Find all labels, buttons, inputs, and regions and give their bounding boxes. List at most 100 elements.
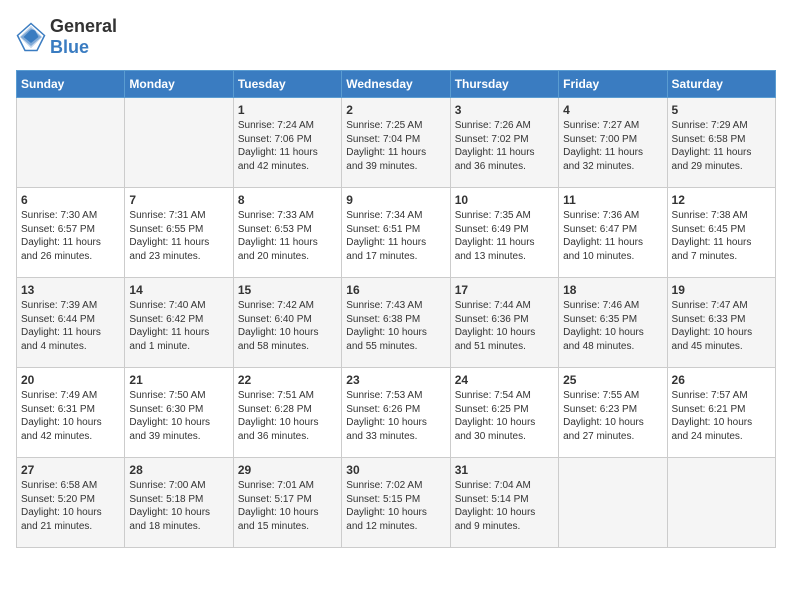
calendar-cell: [17, 98, 125, 188]
weekday-header-saturday: Saturday: [667, 71, 775, 98]
day-content: Sunrise: 7:55 AM Sunset: 6:23 PM Dayligh…: [563, 389, 662, 443]
day-content: Sunrise: 7:36 AM Sunset: 6:47 PM Dayligh…: [563, 209, 662, 263]
day-number: 26: [672, 373, 771, 387]
day-number: 20: [21, 373, 120, 387]
calendar-row-3: 13 Sunrise: 7:39 AM Sunset: 6:44 PM Dayli…: [17, 278, 776, 368]
day-number: 28: [129, 463, 228, 477]
calendar-table: SundayMondayTuesdayWednesdayThursdayFrid…: [16, 70, 776, 548]
day-number: 21: [129, 373, 228, 387]
calendar-cell: 11 Sunrise: 7:36 AM Sunset: 6:47 PM Dayli…: [559, 188, 667, 278]
calendar-cell: [125, 98, 233, 188]
calendar-cell: 10 Sunrise: 7:35 AM Sunset: 6:49 PM Dayli…: [450, 188, 558, 278]
day-content: Sunrise: 7:01 AM Sunset: 5:17 PM Dayligh…: [238, 479, 337, 533]
weekday-header-sunday: Sunday: [17, 71, 125, 98]
day-number: 8: [238, 193, 337, 207]
day-number: 22: [238, 373, 337, 387]
calendar-cell: 6 Sunrise: 7:30 AM Sunset: 6:57 PM Daylig…: [17, 188, 125, 278]
page-header: General Blue: [16, 16, 776, 58]
day-number: 27: [21, 463, 120, 477]
calendar-cell: 27 Sunrise: 6:58 AM Sunset: 5:20 PM Dayli…: [17, 458, 125, 548]
calendar-cell: 22Sunrise: 7:51 AM Sunset: 6:28 PM Dayli…: [233, 368, 341, 458]
calendar-cell: 19Sunrise: 7:47 AM Sunset: 6:33 PM Dayli…: [667, 278, 775, 368]
day-content: Sunrise: 7:25 AM Sunset: 7:04 PM Dayligh…: [346, 119, 445, 173]
day-content: Sunrise: 7:49 AM Sunset: 6:31 PM Dayligh…: [21, 389, 120, 443]
day-number: 24: [455, 373, 554, 387]
day-content: Sunrise: 7:27 AM Sunset: 7:00 PM Dayligh…: [563, 119, 662, 173]
day-number: 12: [672, 193, 771, 207]
day-content: Sunrise: 7:54 AM Sunset: 6:25 PM Dayligh…: [455, 389, 554, 443]
day-content: Sunrise: 7:26 AM Sunset: 7:02 PM Dayligh…: [455, 119, 554, 173]
calendar-cell: 2 Sunrise: 7:25 AM Sunset: 7:04 PM Daylig…: [342, 98, 450, 188]
calendar-cell: 31Sunrise: 7:04 AM Sunset: 5:14 PM Dayli…: [450, 458, 558, 548]
day-content: Sunrise: 7:30 AM Sunset: 6:57 PM Dayligh…: [21, 209, 120, 263]
day-content: Sunrise: 7:31 AM Sunset: 6:55 PM Dayligh…: [129, 209, 228, 263]
calendar-cell: 29 Sunrise: 7:01 AM Sunset: 5:17 PM Dayli…: [233, 458, 341, 548]
day-number: 18: [563, 283, 662, 297]
day-content: Sunrise: 7:29 AM Sunset: 6:58 PM Dayligh…: [672, 119, 771, 173]
day-number: 29: [238, 463, 337, 477]
logo: General Blue: [16, 16, 117, 58]
calendar-row-2: 6 Sunrise: 7:30 AM Sunset: 6:57 PM Daylig…: [17, 188, 776, 278]
day-number: 1: [238, 103, 337, 117]
day-number: 14: [129, 283, 228, 297]
calendar-cell: [559, 458, 667, 548]
day-content: Sunrise: 7:40 AM Sunset: 6:42 PM Dayligh…: [129, 299, 228, 353]
calendar-row-1: 1 Sunrise: 7:24 AM Sunset: 7:06 PM Daylig…: [17, 98, 776, 188]
calendar-cell: 17Sunrise: 7:44 AM Sunset: 6:36 PM Dayli…: [450, 278, 558, 368]
day-content: Sunrise: 7:44 AM Sunset: 6:36 PM Dayligh…: [455, 299, 554, 353]
day-number: 2: [346, 103, 445, 117]
day-content: Sunrise: 7:00 AM Sunset: 5:18 PM Dayligh…: [129, 479, 228, 533]
day-content: Sunrise: 7:34 AM Sunset: 6:51 PM Dayligh…: [346, 209, 445, 263]
calendar-cell: 8Sunrise: 7:33 AM Sunset: 6:53 PM Daylig…: [233, 188, 341, 278]
day-content: Sunrise: 7:57 AM Sunset: 6:21 PM Dayligh…: [672, 389, 771, 443]
calendar-cell: 4Sunrise: 7:27 AM Sunset: 7:00 PM Daylig…: [559, 98, 667, 188]
calendar-cell: 25Sunrise: 7:55 AM Sunset: 6:23 PM Dayli…: [559, 368, 667, 458]
day-number: 13: [21, 283, 120, 297]
weekday-header-thursday: Thursday: [450, 71, 558, 98]
day-number: 19: [672, 283, 771, 297]
weekday-header-wednesday: Wednesday: [342, 71, 450, 98]
day-content: Sunrise: 7:39 AM Sunset: 6:44 PM Dayligh…: [21, 299, 120, 353]
calendar-cell: 20 Sunrise: 7:49 AM Sunset: 6:31 PM Dayli…: [17, 368, 125, 458]
calendar-cell: 13 Sunrise: 7:39 AM Sunset: 6:44 PM Dayli…: [17, 278, 125, 368]
day-content: Sunrise: 7:50 AM Sunset: 6:30 PM Dayligh…: [129, 389, 228, 443]
day-number: 5: [672, 103, 771, 117]
day-content: Sunrise: 7:43 AM Sunset: 6:38 PM Dayligh…: [346, 299, 445, 353]
calendar-cell: 3 Sunrise: 7:26 AM Sunset: 7:02 PM Daylig…: [450, 98, 558, 188]
day-content: Sunrise: 7:04 AM Sunset: 5:14 PM Dayligh…: [455, 479, 554, 533]
weekday-header-monday: Monday: [125, 71, 233, 98]
day-number: 15: [238, 283, 337, 297]
calendar-cell: 28 Sunrise: 7:00 AM Sunset: 5:18 PM Dayli…: [125, 458, 233, 548]
calendar-cell: 9 Sunrise: 7:34 AM Sunset: 6:51 PM Daylig…: [342, 188, 450, 278]
day-number: 10: [455, 193, 554, 207]
calendar-cell: 21 Sunrise: 7:50 AM Sunset: 6:30 PM Dayli…: [125, 368, 233, 458]
calendar-cell: 18 Sunrise: 7:46 AM Sunset: 6:35 PM Dayli…: [559, 278, 667, 368]
day-number: 23: [346, 373, 445, 387]
calendar-cell: 16 Sunrise: 7:43 AM Sunset: 6:38 PM Dayli…: [342, 278, 450, 368]
calendar-cell: 23 Sunrise: 7:53 AM Sunset: 6:26 PM Dayli…: [342, 368, 450, 458]
day-content: Sunrise: 6:58 AM Sunset: 5:20 PM Dayligh…: [21, 479, 120, 533]
day-content: Sunrise: 7:35 AM Sunset: 6:49 PM Dayligh…: [455, 209, 554, 263]
day-number: 9: [346, 193, 445, 207]
day-number: 11: [563, 193, 662, 207]
calendar-cell: 1 Sunrise: 7:24 AM Sunset: 7:06 PM Daylig…: [233, 98, 341, 188]
calendar-cell: 7 Sunrise: 7:31 AM Sunset: 6:55 PM Daylig…: [125, 188, 233, 278]
day-content: Sunrise: 7:24 AM Sunset: 7:06 PM Dayligh…: [238, 119, 337, 173]
calendar-cell: 24 Sunrise: 7:54 AM Sunset: 6:25 PM Dayli…: [450, 368, 558, 458]
day-number: 3: [455, 103, 554, 117]
weekday-header-tuesday: Tuesday: [233, 71, 341, 98]
calendar-row-4: 20 Sunrise: 7:49 AM Sunset: 6:31 PM Dayli…: [17, 368, 776, 458]
calendar-row-5: 27 Sunrise: 6:58 AM Sunset: 5:20 PM Dayli…: [17, 458, 776, 548]
day-number: 6: [21, 193, 120, 207]
day-number: 7: [129, 193, 228, 207]
day-content: Sunrise: 7:46 AM Sunset: 6:35 PM Dayligh…: [563, 299, 662, 353]
logo-blue-text: Blue: [50, 37, 89, 57]
day-number: 30: [346, 463, 445, 477]
calendar-cell: [667, 458, 775, 548]
calendar-cell: 30Sunrise: 7:02 AM Sunset: 5:15 PM Dayli…: [342, 458, 450, 548]
calendar-cell: 26 Sunrise: 7:57 AM Sunset: 6:21 PM Dayli…: [667, 368, 775, 458]
day-number: 16: [346, 283, 445, 297]
day-content: Sunrise: 7:53 AM Sunset: 6:26 PM Dayligh…: [346, 389, 445, 443]
calendar-cell: 12Sunrise: 7:38 AM Sunset: 6:45 PM Dayli…: [667, 188, 775, 278]
day-content: Sunrise: 7:42 AM Sunset: 6:40 PM Dayligh…: [238, 299, 337, 353]
